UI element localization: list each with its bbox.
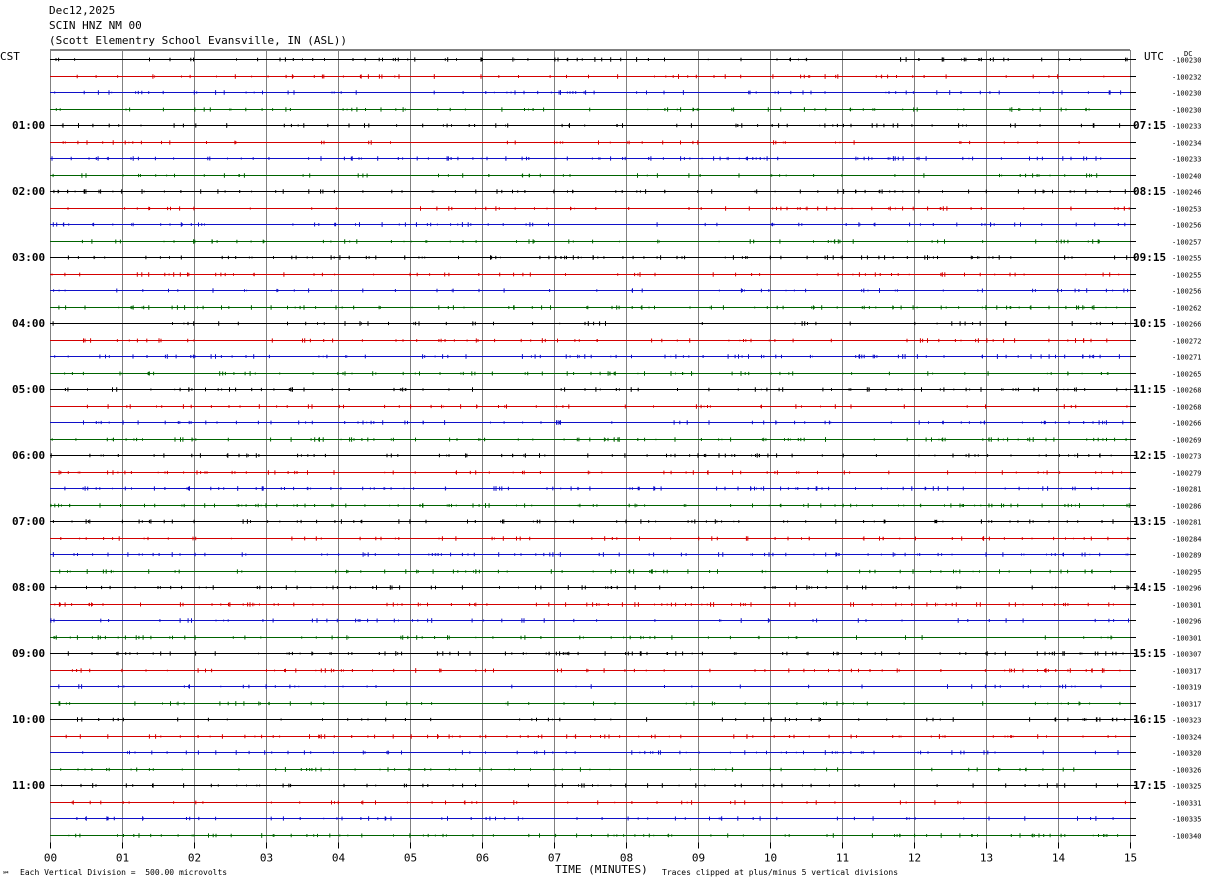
- dc-offset-label: -100268: [1172, 404, 1202, 412]
- right-hour-label: 12:15: [1133, 449, 1166, 462]
- x-tick-label: 09: [692, 852, 705, 865]
- dc-offset-label: -100266: [1172, 420, 1202, 428]
- dc-offset-label: -100335: [1172, 816, 1202, 824]
- x-tick-label: 00: [44, 852, 57, 865]
- dc-offset-label: -100319: [1172, 684, 1202, 692]
- right-hour-label: 15:15: [1133, 647, 1166, 660]
- dc-offset-label: -100301: [1172, 602, 1202, 610]
- left-hour-label: 11:00: [12, 779, 45, 792]
- right-hour-label: 07:15: [1133, 119, 1166, 132]
- dc-offset-label: -100296: [1172, 585, 1202, 593]
- right-hour-label: 10:15: [1133, 317, 1166, 330]
- dc-offset-label: -100266: [1172, 321, 1202, 329]
- dc-offset-label: -100230: [1172, 107, 1202, 115]
- x-tick-label: 03: [260, 852, 273, 865]
- right-hour-label: 14:15: [1133, 581, 1166, 594]
- left-timezone-label: CST: [0, 50, 20, 63]
- dc-offset-label: -100256: [1172, 288, 1202, 296]
- dc-offset-label: -100269: [1172, 437, 1202, 445]
- dc-offset-label: -100262: [1172, 305, 1202, 313]
- dc-offset-label: -100295: [1172, 569, 1202, 577]
- left-hour-label: 08:00: [12, 581, 45, 594]
- left-hour-label: 01:00: [12, 119, 45, 132]
- left-hour-label: 03:00: [12, 251, 45, 264]
- dc-offset-label: -100279: [1172, 470, 1202, 478]
- dc-offset-label: -100232: [1172, 74, 1202, 82]
- x-tick-label: 10: [764, 852, 777, 865]
- dc-offset-label: -100284: [1172, 536, 1202, 544]
- x-axis-title: TIME (MINUTES): [555, 863, 648, 876]
- dc-offset-label: -100331: [1172, 800, 1202, 808]
- dc-offset-label: -100281: [1172, 519, 1202, 527]
- x-tick-label: 13: [980, 852, 993, 865]
- dc-offset-label: -100324: [1172, 734, 1202, 742]
- grid-layer: [50, 49, 1136, 849]
- dc-offset-label: -100233: [1172, 123, 1202, 131]
- dc-offset-label: -100323: [1172, 717, 1202, 725]
- label-layer: 00 01 02 03 04 05 06 07 08 09 10 11 12 13 14 15-100230-…: [12, 57, 1202, 865]
- dc-offset-label: -100326: [1172, 767, 1202, 775]
- dc-offset-label: -100255: [1172, 255, 1202, 263]
- dc-offset-label: -100255: [1172, 272, 1202, 280]
- dc-offset-label: -100281: [1172, 486, 1202, 494]
- dc-offset-label: -100257: [1172, 239, 1202, 247]
- x-tick-label: 04: [332, 852, 346, 865]
- right-hour-label: 13:15: [1133, 515, 1166, 528]
- dc-offset-label: -100307: [1172, 651, 1202, 659]
- division-note: Each Vertical Division = 500.00 microvol…: [20, 868, 228, 877]
- dc-offset-label: -100253: [1172, 206, 1202, 214]
- x-tick-label: 02: [188, 852, 201, 865]
- right-hour-label: 09:15: [1133, 251, 1166, 264]
- corner-mark: ℠: [2, 870, 11, 879]
- dc-offset-label: -100296: [1172, 618, 1202, 626]
- left-hour-label: 05:00: [12, 383, 45, 396]
- dc-offset-label: -100233: [1172, 156, 1202, 164]
- right-hour-label: 16:15: [1133, 713, 1166, 726]
- dc-offset-label: -100317: [1172, 668, 1202, 676]
- right-hour-label: 11:15: [1133, 383, 1166, 396]
- dc-offset-label: -100320: [1172, 750, 1202, 758]
- dc-offset-label: -100246: [1172, 189, 1202, 197]
- dc-offset-label: -100317: [1172, 701, 1202, 709]
- right-hour-label: 08:15: [1133, 185, 1166, 198]
- trace-layer: [50, 57, 1131, 838]
- dc-offset-label: -100268: [1172, 387, 1202, 395]
- x-tick-label: 15: [1124, 852, 1137, 865]
- x-tick-label: 01: [116, 852, 129, 865]
- left-hour-label: 09:00: [12, 647, 45, 660]
- left-hour-label: 04:00: [12, 317, 45, 330]
- dc-offset-label: -100272: [1172, 338, 1202, 346]
- dc-offset-label: -100325: [1172, 783, 1202, 791]
- dc-offset-label: -100301: [1172, 635, 1202, 643]
- x-tick-label: 05: [404, 852, 417, 865]
- dc-offset-label: -100256: [1172, 222, 1202, 230]
- clip-note: Traces clipped at plus/minus 5 vertical …: [662, 868, 899, 877]
- dc-offset-label: -100271: [1172, 354, 1202, 362]
- left-hour-label: 06:00: [12, 449, 45, 462]
- left-hour-label: 02:00: [12, 185, 45, 198]
- dc-offset-label: -100230: [1172, 90, 1202, 98]
- dc-offset-label: -100286: [1172, 503, 1202, 511]
- dc-offset-label: -100289: [1172, 552, 1202, 560]
- dc-offset-label: -100240: [1172, 173, 1202, 181]
- x-tick-label: 12: [908, 852, 921, 865]
- left-hour-label: 10:00: [12, 713, 45, 726]
- dc-offset-label: -100265: [1172, 371, 1202, 379]
- helicorder-plot: CST UTC DC 00 01 02 03 04 05 06 07 08 09 10 11 12 13 1…: [0, 49, 1202, 865]
- x-tick-label: 11: [836, 852, 849, 865]
- dc-offset-label: -100340: [1172, 833, 1202, 841]
- right-hour-label: 17:15: [1133, 779, 1166, 792]
- left-hour-label: 07:00: [12, 515, 45, 528]
- dc-offset-label: -100273: [1172, 453, 1202, 461]
- dc-offset-label: -100230: [1172, 57, 1202, 65]
- dc-offset-label: -100234: [1172, 140, 1202, 148]
- x-tick-label: 14: [1052, 852, 1066, 865]
- right-timezone-label: UTC: [1144, 50, 1164, 63]
- x-tick-label: 06: [476, 852, 489, 865]
